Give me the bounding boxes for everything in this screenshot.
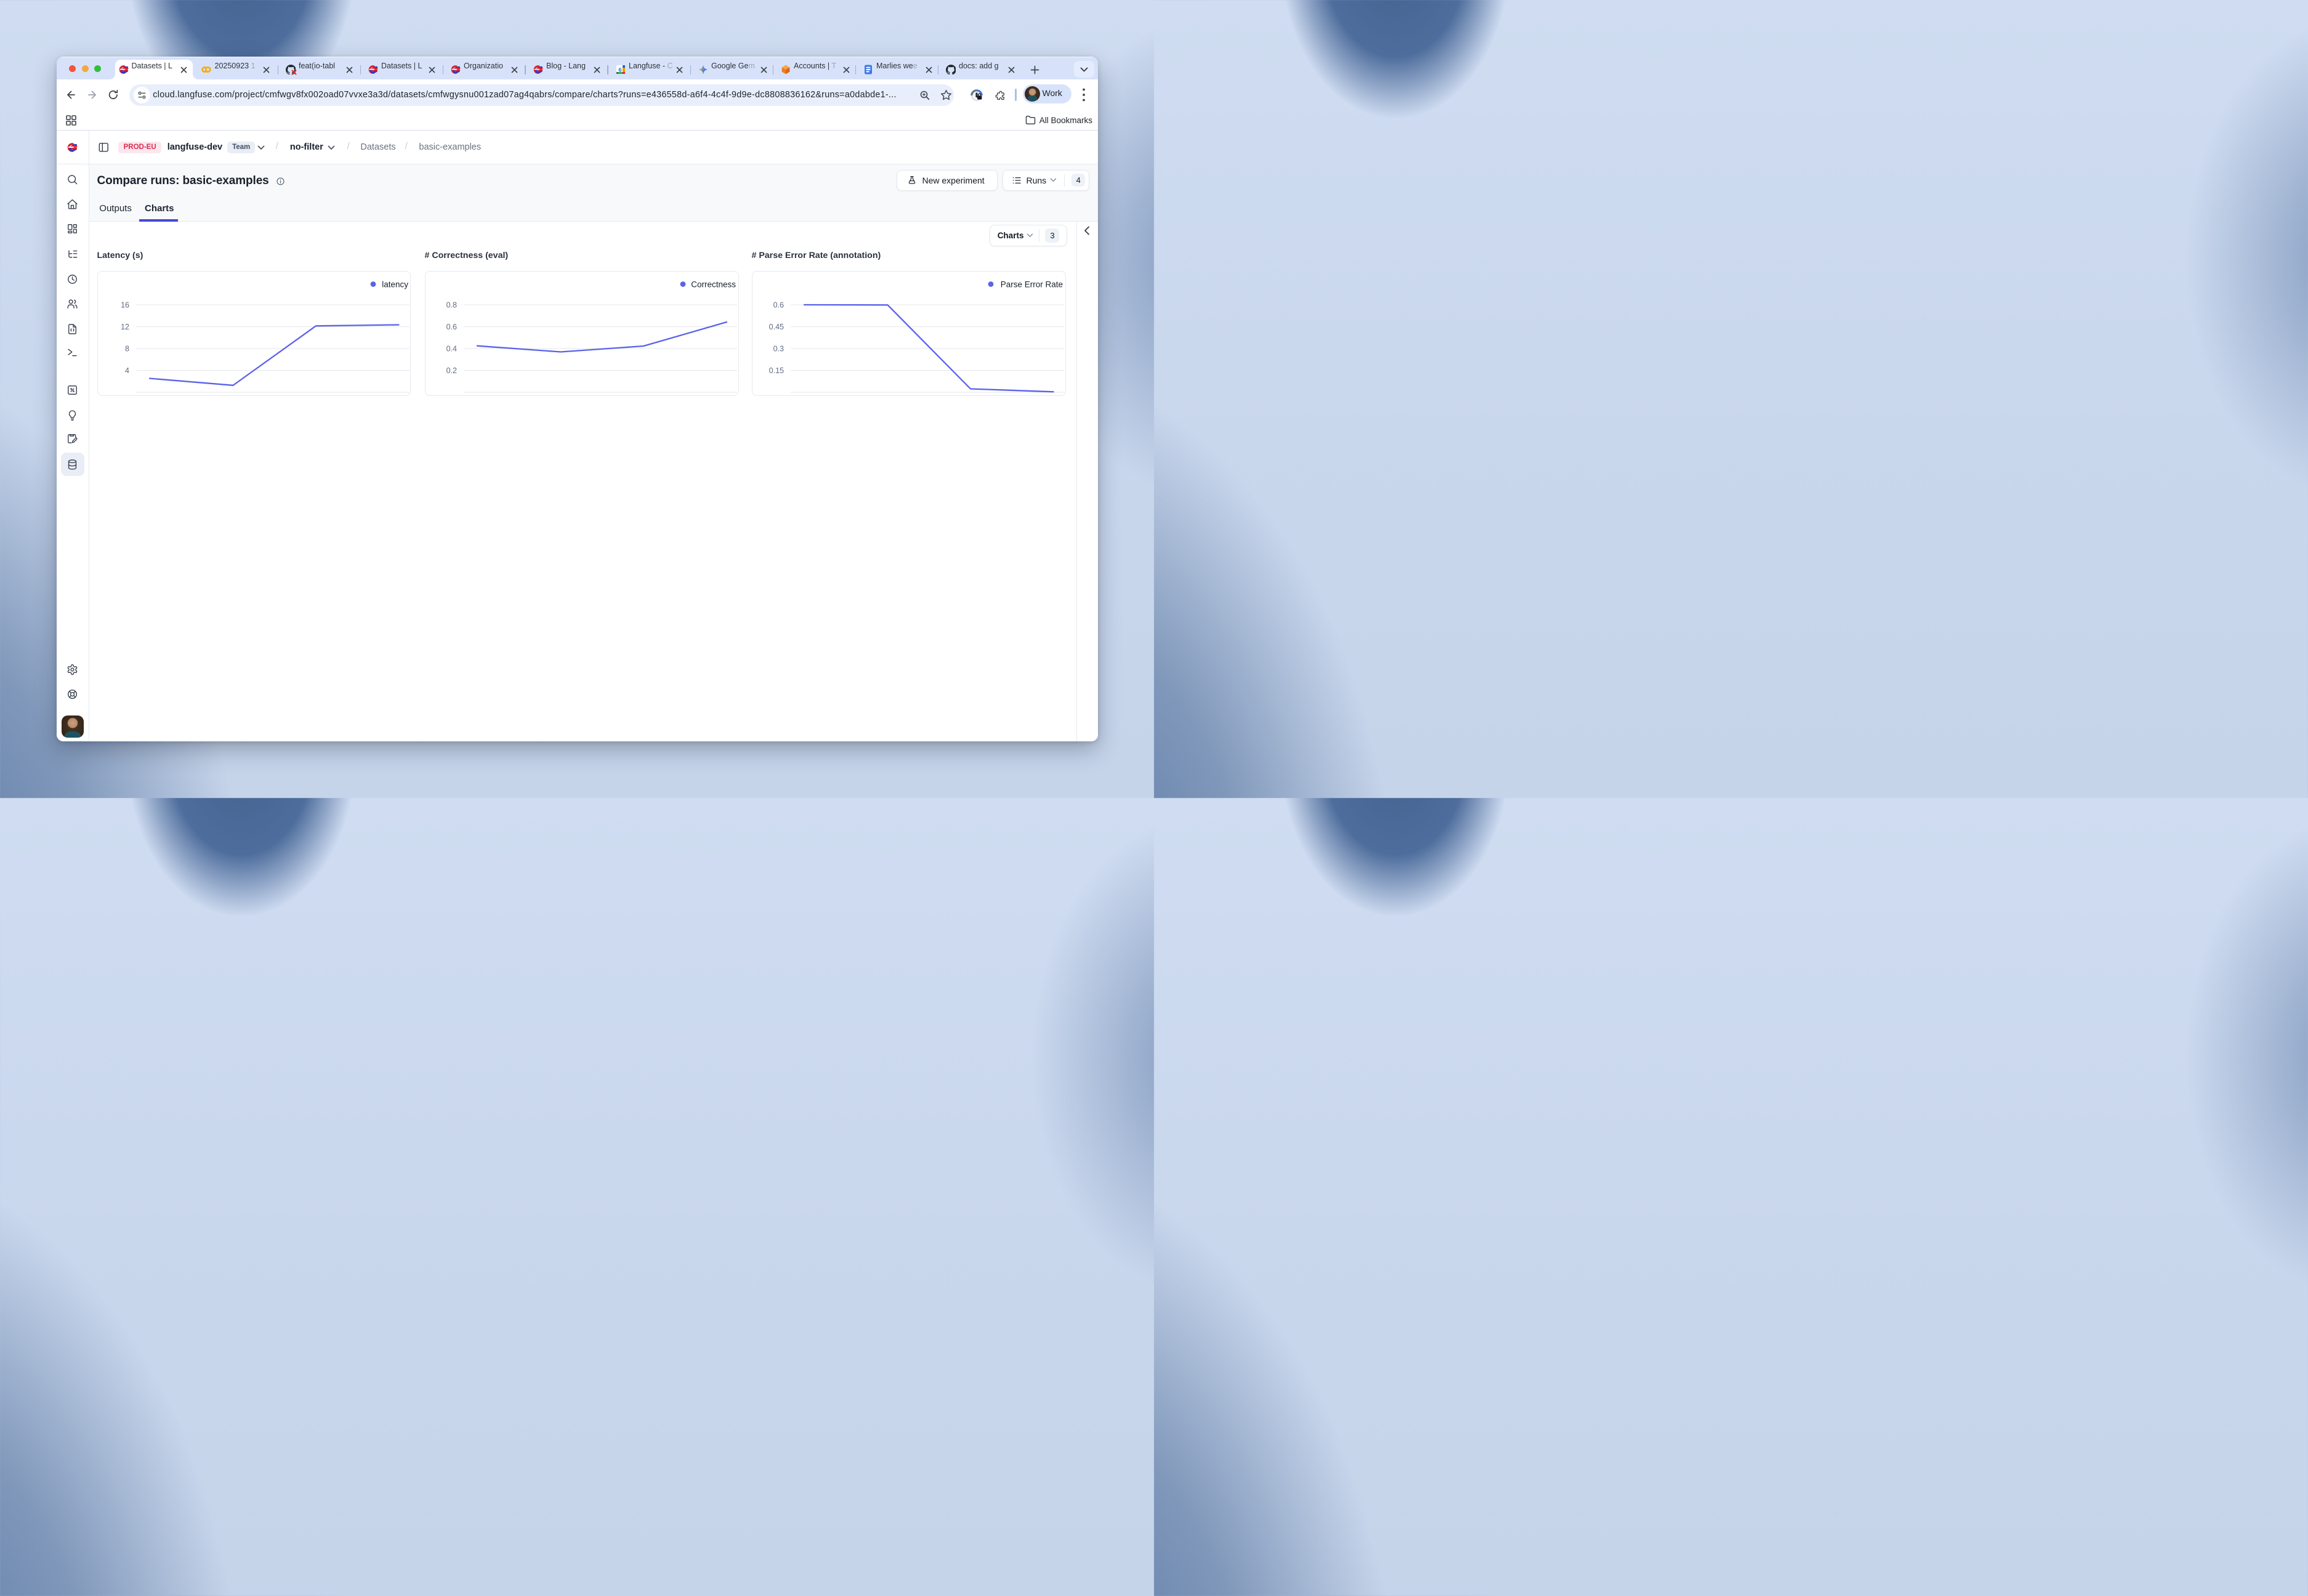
svg-text:0.15: 0.15	[769, 366, 783, 375]
svg-text:0.8: 0.8	[446, 300, 456, 309]
svg-text:0.4: 0.4	[446, 344, 456, 353]
svg-text:0.6: 0.6	[446, 323, 456, 331]
svg-text:0.45: 0.45	[769, 323, 783, 331]
svg-text:0.2: 0.2	[446, 366, 456, 375]
svg-text:12: 12	[121, 323, 129, 331]
svg-text:0.6: 0.6	[773, 300, 783, 309]
svg-text:16: 16	[121, 300, 129, 309]
svg-text:0.3: 0.3	[773, 344, 783, 353]
svg-text:Parse Error Rate: Parse Error Rate	[1000, 280, 1062, 289]
svg-text:latency: latency	[382, 280, 408, 289]
svg-text:8: 8	[125, 344, 129, 353]
svg-text:4: 4	[125, 366, 129, 375]
svg-text:Correctness: Correctness	[691, 280, 736, 289]
